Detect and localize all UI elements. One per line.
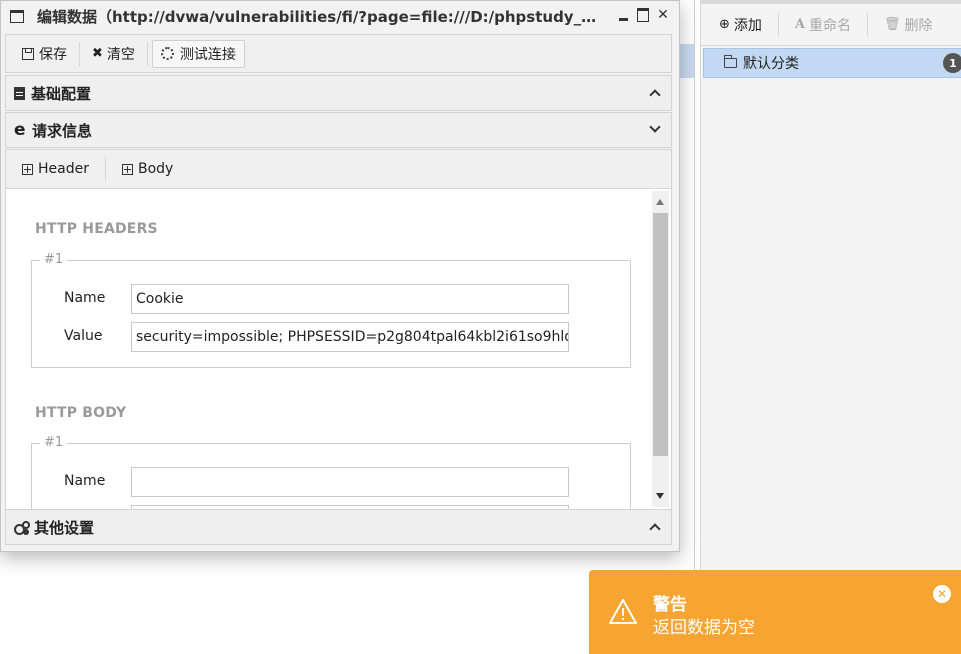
- warning-icon: [609, 599, 637, 624]
- toolbar-divider: [79, 41, 80, 66]
- header-name-label: Name: [64, 290, 106, 306]
- category-label: 默认分类: [743, 56, 799, 72]
- chevron-up-icon[interactable]: [649, 523, 661, 535]
- edit-data-dialog: 编辑数据（http://dvwa/vulnerabilities/fi/?pag…: [0, 0, 680, 552]
- header-legend: #1: [40, 252, 68, 267]
- background-list-selection: [680, 44, 694, 78]
- toolbar-divider: [146, 41, 148, 66]
- body-fieldset-1: #1 Name: [31, 435, 632, 509]
- save-icon: [22, 47, 34, 60]
- add-category-label: 添加: [733, 17, 762, 34]
- section-request-info[interactable]: e 请求信息: [5, 112, 672, 148]
- clear-label: 清空: [106, 46, 135, 63]
- tab-header[interactable]: Header: [14, 156, 97, 182]
- maximize-icon[interactable]: [637, 8, 649, 22]
- rename-category-button[interactable]: A 重命名: [794, 12, 868, 37]
- save-label: 保存: [39, 46, 67, 63]
- http-body-title: HTTP BODY: [35, 405, 127, 421]
- gears-icon: [14, 520, 30, 535]
- section-request-label: 请求信息: [32, 121, 93, 140]
- plus-square-icon: [121, 163, 133, 175]
- section-basic-config[interactable]: 基础配置: [5, 75, 672, 111]
- body-name-row: Name: [32, 467, 632, 497]
- browser-e-icon: e: [14, 120, 26, 140]
- close-icon[interactable]: ✕: [657, 7, 669, 23]
- delete-category-label: 删除: [904, 17, 933, 34]
- content-scrollbar[interactable]: [652, 191, 669, 507]
- scrollbar-thumb[interactable]: [653, 213, 668, 456]
- tab-body-label: Body: [137, 161, 174, 177]
- window-controls: ✕: [617, 7, 669, 23]
- document-icon: [14, 86, 25, 100]
- http-headers-title: HTTP HEADERS: [35, 221, 158, 237]
- clear-button[interactable]: ✖ 清空: [84, 40, 143, 68]
- tab-header-label: Header: [38, 161, 89, 177]
- request-content-area[interactable]: HTTP HEADERS #1 Name Cookie Value securi…: [5, 189, 672, 509]
- toast-title: 警告: [653, 595, 687, 615]
- dialog-titlebar[interactable]: 编辑数据（http://dvwa/vulnerabilities/fi/?pag…: [1, 1, 679, 33]
- request-tabs: Header Body: [5, 149, 672, 189]
- warning-toast: 警告 返回数据为空 ✕: [589, 570, 961, 654]
- background-divider: [694, 0, 695, 654]
- section-basic-label: 基础配置: [31, 84, 92, 103]
- spinner-icon: [160, 47, 174, 60]
- category-panel: ⊕ 添加 A 重命名 🗑 删除 默认分类 1: [700, 0, 961, 654]
- toast-message: 返回数据为空: [653, 618, 755, 638]
- trash-icon: 🗑: [884, 17, 901, 32]
- chevron-down-icon[interactable]: [649, 121, 661, 133]
- test-connection-label: 测试连接: [179, 46, 236, 63]
- dialog-title: 编辑数据（http://dvwa/vulnerabilities/fi/?pag…: [37, 8, 602, 26]
- x-icon: ✖: [92, 46, 103, 61]
- header-value-input[interactable]: security=impossible; PHPSESSID=p2g804tpa…: [131, 322, 569, 352]
- body-legend: #1: [40, 435, 68, 450]
- chevron-up-icon[interactable]: [649, 89, 661, 101]
- scroll-down-icon[interactable]: [656, 493, 664, 499]
- plus-square-icon: [22, 163, 33, 175]
- rename-category-label: 重命名: [809, 17, 851, 34]
- header-value-row: Value security=impossible; PHPSESSID=p2g…: [32, 322, 632, 352]
- category-toolbar: ⊕ 添加 A 重命名 🗑 删除: [701, 0, 961, 46]
- delete-category-button[interactable]: 🗑 删除: [884, 13, 949, 37]
- minimize-icon[interactable]: [617, 8, 629, 22]
- plus-circle-icon: ⊕: [719, 17, 730, 32]
- window-icon: [10, 10, 24, 23]
- body-name-label: Name: [64, 473, 106, 489]
- section-other-settings[interactable]: 其他设置: [5, 509, 672, 545]
- toast-close-icon[interactable]: ✕: [933, 585, 951, 603]
- folder-icon: [724, 55, 737, 68]
- tab-divider: [104, 157, 106, 181]
- body-name-input[interactable]: [131, 467, 569, 497]
- save-button[interactable]: 保存: [14, 40, 75, 68]
- tab-body[interactable]: Body: [114, 156, 181, 182]
- test-connection-button[interactable]: 测试连接: [151, 39, 245, 68]
- scroll-up-icon[interactable]: [656, 199, 664, 205]
- header-name-input[interactable]: Cookie: [131, 284, 569, 314]
- category-count-badge: 1: [943, 53, 961, 73]
- dialog-toolbar: 保存 ✖ 清空 测试连接: [5, 34, 672, 73]
- add-category-button[interactable]: ⊕ 添加: [719, 12, 779, 37]
- header-fieldset-1: #1 Name Cookie Value security=impossible…: [31, 252, 632, 368]
- header-value-label: Value: [64, 328, 103, 344]
- font-icon: A: [794, 17, 805, 32]
- section-other-label: 其他设置: [34, 518, 95, 537]
- category-item-default[interactable]: 默认分类 1: [703, 48, 961, 78]
- header-name-row: Name Cookie: [32, 284, 632, 314]
